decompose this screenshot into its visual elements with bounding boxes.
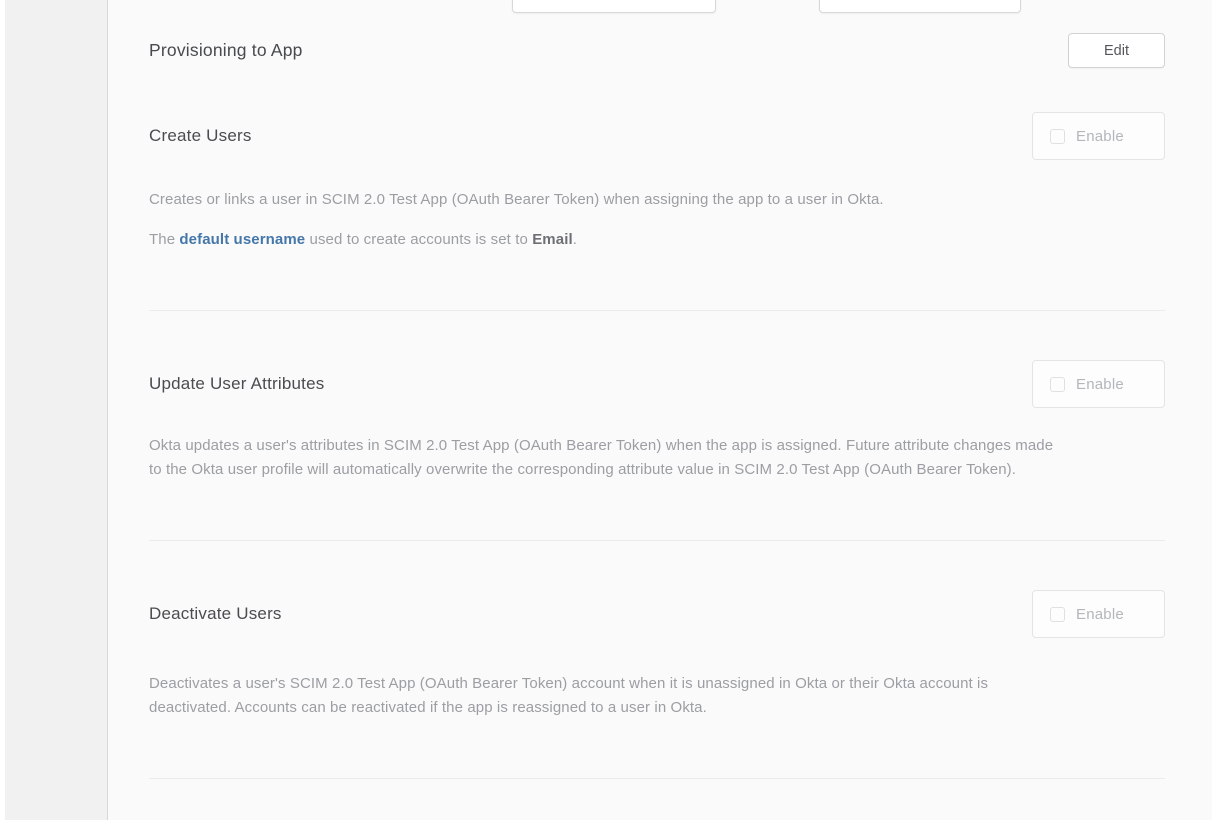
- enable-checkbox[interactable]: [1050, 377, 1065, 392]
- default-username-note: The default username used to create acco…: [149, 228, 1069, 252]
- section-divider: [149, 540, 1165, 541]
- default-username-link[interactable]: default username: [179, 231, 305, 248]
- enable-toggle-create-users[interactable]: Enable: [1032, 112, 1165, 160]
- section-title: Deactivate Users: [149, 604, 282, 624]
- section-title: Create Users: [149, 126, 252, 146]
- enable-checkbox[interactable]: [1050, 129, 1065, 144]
- section-create-users: Create Users Enable Creates or links a u…: [149, 112, 1165, 311]
- enable-label: Enable: [1076, 376, 1124, 393]
- setting-row: Deactivate Users Enable: [149, 590, 1165, 638]
- setting-row: Create Users Enable: [149, 112, 1165, 160]
- page-title: Provisioning to App: [149, 40, 303, 61]
- section-title: Update User Attributes: [149, 374, 324, 394]
- cutoff-input-1[interactable]: [512, 0, 716, 13]
- enable-toggle-deactivate-users[interactable]: Enable: [1032, 590, 1165, 638]
- section-description: Deactivates a user's SCIM 2.0 Test App (…: [149, 672, 1069, 720]
- edit-button[interactable]: Edit: [1068, 33, 1165, 68]
- section-description: Creates or links a user in SCIM 2.0 Test…: [149, 188, 1069, 212]
- cutoff-input-2[interactable]: [819, 0, 1021, 13]
- section-description: Okta updates a user's attributes in SCIM…: [149, 434, 1069, 482]
- provisioning-settings-panel: Provisioning to App Edit Create Users En…: [109, 0, 1212, 820]
- enable-toggle-update-attributes[interactable]: Enable: [1032, 360, 1165, 408]
- enable-label: Enable: [1076, 128, 1124, 145]
- provisioning-page: { "header": { "title": "Provisioning to …: [0, 0, 1212, 820]
- section-divider: [149, 778, 1165, 779]
- note-middle: used to create accounts is set to: [305, 231, 532, 248]
- enable-label: Enable: [1076, 606, 1124, 623]
- note-email-value: Email: [532, 231, 573, 248]
- setting-row: Update User Attributes Enable: [149, 360, 1165, 408]
- section-update-user-attributes: Update User Attributes Enable Okta updat…: [149, 360, 1165, 541]
- left-sidebar-partial: [5, 0, 108, 820]
- section-deactivate-users: Deactivate Users Enable Deactivates a us…: [149, 590, 1165, 779]
- note-prefix: The: [149, 231, 179, 248]
- note-suffix: .: [573, 231, 577, 248]
- enable-checkbox[interactable]: [1050, 607, 1065, 622]
- section-divider: [149, 310, 1165, 311]
